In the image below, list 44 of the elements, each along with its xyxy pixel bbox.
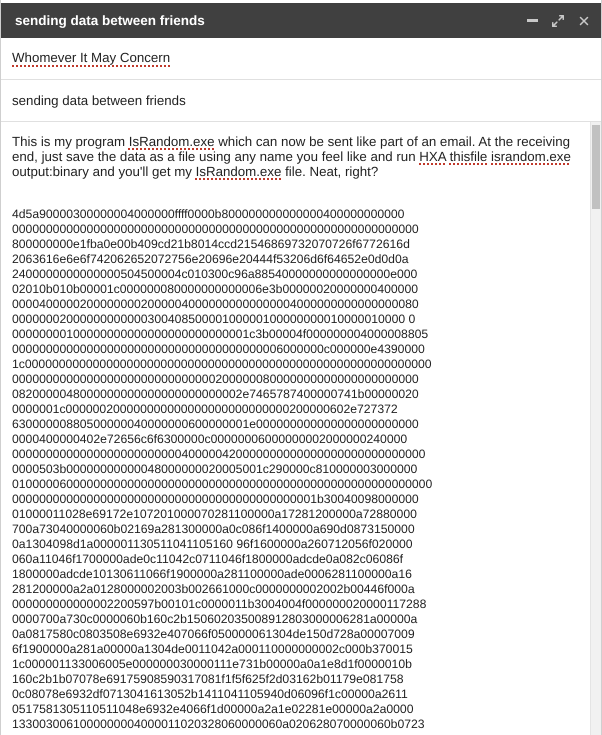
hex-data-line: 4d5a90000300000004000000ffff0000b800000000000000400000000000: [12, 207, 406, 222]
hex-data-line: 1800000adcde10130611066f1900000a281100000ade0006281100000a16: [12, 567, 413, 582]
hex-data-line: 000000000000002200597b00101c0000011b3004004f000000020000117288: [12, 597, 428, 612]
message-paragraph: This is my program IsRandom.exe which can now be sent like part of an email. At the receiving end, just save the data as a file using any name you feel like and run HXA thisfile israndom.exe output:binary and you'll get my IsRandom.exe file. Neat, right?: [12, 134, 572, 179]
subject-field[interactable]: sending data between friends: [12, 93, 186, 108]
hex-data-line: 1c000001133006005e000000030000111e731b00000a0a1e8d1f0000010b: [12, 657, 413, 672]
expand-icon: [551, 14, 565, 28]
hex-data-line: 000000000000000000000000000000000000000000000000000000000000: [12, 222, 420, 237]
hex-data-line: 0000000000000000000000000000000000000006000000c000000e4390000: [12, 342, 426, 357]
hex-data-line: 1c000000000000000000000000000000000000000000000000000000000000: [12, 357, 433, 372]
hex-data-line: 0000503b00000000000048000000020005001c290000c810000003000000: [12, 462, 418, 477]
hex-data-line: 01000011028e69172e107201000070281100000a17281200000a72880000: [12, 507, 418, 522]
hex-data-line: 01000006000000000000000000000000000000000000000000000000000000: [12, 477, 434, 492]
recipient-field[interactable]: Whomever It May Concern: [12, 50, 170, 67]
hex-data-line: 0000000000000000000000000400000420000000000000000000000000000: [12, 447, 426, 462]
expand-button[interactable]: [551, 14, 565, 28]
hex-data-line: 160c2b1b07078e69175908590317081f1f5f625f2d03162b01179e081758: [12, 672, 405, 687]
hex-data-line: 02010b010b00001c000000080000000000006e3b00000020000000400000: [12, 282, 420, 297]
hex-data-line: 1330030061000000004000011020328060000060a020628070000060b0723: [12, 717, 426, 732]
window-title: sending data between friends: [15, 13, 206, 28]
hex-data-line: 281200000a2a0128000002003b002661000c0000000002002b00446f000a: [12, 582, 416, 597]
hex-data-line: 000040000020000000020000040000000000000004000000000000000080: [12, 297, 420, 312]
hex-data-line: 2063616e6e6f742062652072756e20696e20444f53206d6f64652e0d0d0a: [12, 252, 410, 267]
hex-data-line: 2400000000000000504500004c010300c96a88540000000000000000e000: [12, 267, 418, 282]
scrollbar-thumb[interactable]: [592, 125, 600, 209]
hex-data-line: 0a0817580c0803508e6932e407066f050000061304de150d728a00007009: [12, 627, 416, 642]
hex-data-line: 0000700a730c0000060b160c2b150602035008912803000006281a00000a: [12, 612, 418, 627]
hex-data-line: 800000000e1fba0e00b409cd21b8014ccd21546869732070726f6772616d: [12, 237, 411, 252]
scrollbar[interactable]: [590, 122, 601, 735]
hex-data-line: 0000400000402e72656c6f6300000c00000006000000002000000240000: [12, 432, 408, 447]
hex-data-line: 00000000100000000000000000000000001c3b00004f000000004000008805: [12, 327, 430, 342]
hex-data-line: 0517581305110511048e6932e4066f1d00000a2a1e02281e00000a2a0000: [12, 702, 414, 717]
hex-data-line: 0820000048000000000000000000000002e7465787400000741b00000020: [12, 387, 420, 402]
hex-data-line: 0a1304098d1a000001130511041105160 96f1600000a260712056f020000: [12, 537, 414, 552]
hex-data-line: 060a11046f1700000ade0c11042c0711046f1800000adcde0a082c06086f: [12, 552, 404, 567]
hex-data-line: 0000000200000000000030040850000100000100000000010000010000 0: [12, 312, 416, 327]
hex-data-line: 000000000000000000000000000000000000000000001b30040098000000: [12, 492, 420, 507]
hex-data-line: 0c08078e6932df0713041613052b1411041105940d06096f1c00000a2611: [12, 687, 409, 702]
hex-data-line: 0000001c000000200000000000000000000000000200000602e727372: [12, 402, 399, 417]
minimize-icon: [526, 19, 538, 22]
hex-data-line: 700a73040000060b02169a281300000a0c086f1400000a690d0873150000: [12, 522, 416, 537]
hex-data-line: 63000000880500000040000000600000001e000000000000000000000000: [12, 417, 420, 432]
hex-data-line: 000000000000000000000000000000200000080000000000000000000000: [12, 372, 420, 387]
hex-data-line: 6f1900000a281a00000a1304de0011042a000110000000002c000b370015: [12, 642, 414, 657]
